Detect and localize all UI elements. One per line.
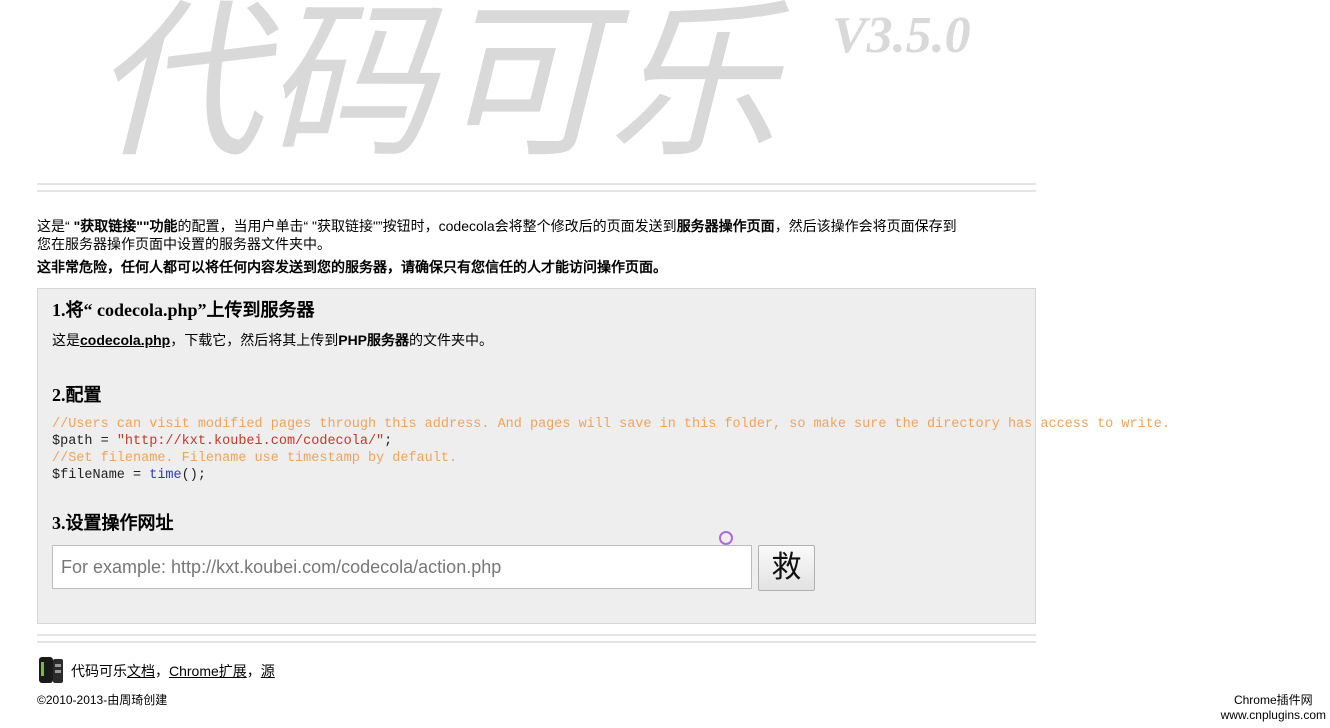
footer-brand: 代码可乐: [71, 663, 127, 679]
step1-heading: 1.将“ codecola.php”上传到服务器: [52, 300, 315, 320]
code-path-string: "http://kxt.koubei.com/codecola/": [116, 434, 385, 449]
code-comment-line: //Set filename. Filename use timestamp b…: [52, 451, 458, 466]
bottom-divider: [37, 634, 1036, 643]
config-code-block: //Users can visit modified pages through…: [52, 417, 1170, 483]
footer-links: 代码可乐文档，Chrome扩展，源: [71, 663, 275, 679]
settings-panel: 1.将“ codecola.php”上传到服务器 这是codecola.php，…: [37, 288, 1170, 624]
action-url-input[interactable]: [52, 545, 752, 589]
step1-text: 这是codecola.php，下载它，然后将其上传到PHP服务器的文件夹中。: [52, 332, 494, 348]
step3-heading: 3.设置操作网址: [52, 513, 174, 533]
step2-heading: 2.配置: [52, 385, 102, 405]
intro-text: 这是“ "获取链接""功能的配置，当用户单击“ "获取链接"”按钮时，codec…: [37, 218, 957, 252]
code-time-function: time: [149, 468, 182, 483]
danger-warning: 这非常危险，任何人都可以将任何内容发送到您的服务器，请确保只有您信任的人才能访问…: [37, 259, 667, 275]
codecola-php-link[interactable]: codecola.php: [80, 332, 170, 348]
logo-version: V3.5.0: [832, 7, 971, 64]
site-watermark: Chrome插件网 www.cnplugins.com: [1220, 693, 1326, 722]
source-link[interactable]: 源: [261, 663, 275, 679]
copyright: ©2010-2013-由周琦创建: [37, 693, 168, 707]
mouse-cursor-indicator: [719, 531, 733, 545]
chrome-extension-link[interactable]: Chrome扩展: [169, 663, 247, 679]
codecola-can-icon: [39, 657, 63, 683]
top-divider: [37, 183, 1036, 192]
save-button[interactable]: 救: [758, 545, 815, 591]
docs-link[interactable]: 文档: [127, 663, 155, 679]
author-name: 周琦: [119, 693, 144, 707]
code-comment-line: //Users can visit modified pages through…: [52, 417, 1170, 432]
codecola-logo: 代码可乐: [92, 0, 781, 182]
